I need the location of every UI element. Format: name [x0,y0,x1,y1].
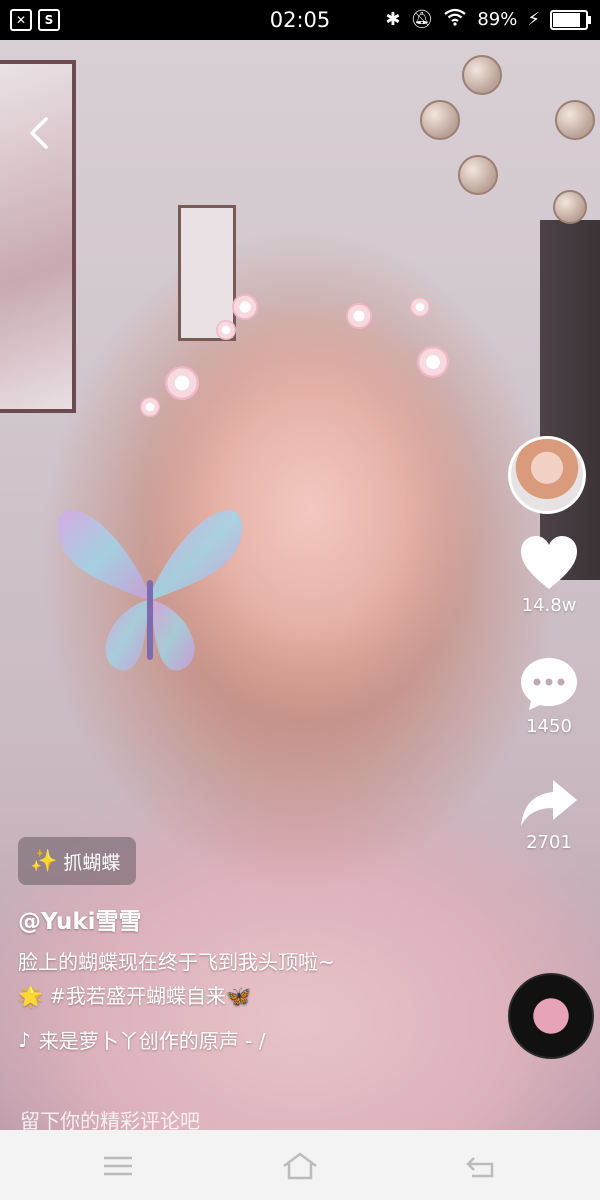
like-count: 14.8w [521,595,577,616]
doorway [540,220,600,580]
effect-sticker-label: 抓蝴蝶 [63,851,121,874]
charging-icon: ⚡︎ [527,9,540,30]
video-player[interactable]: 14.8w 1450 2701 ✨ 抓蝴蝶 @Yuki雪雪 脸上的蝴蝶现在终于飞… [0,40,600,1130]
flower-sticker [232,294,258,320]
flower-sticker [417,346,449,378]
share-count: 2701 [526,832,572,853]
flower-sticker [140,397,160,417]
music-info[interactable]: ♪ 来是萝卜丫创作的原声 - / [18,1025,358,1054]
share-icon [521,780,577,826]
caption-line: 脸上的蝴蝶现在终于飞到我头顶啦~ [18,950,335,974]
sparkle-icon: ✨ [30,848,58,874]
lamp-bulb [462,55,502,95]
creator-username[interactable]: @Yuki雪雪 [18,902,142,936]
butterfly-sticker [57,510,243,671]
comment-count: 1450 [526,716,572,737]
flower-sticker [346,303,372,329]
back-nav-icon[interactable] [462,1150,502,1182]
share-button[interactable]: 2701 [509,778,589,853]
battery-percent: 89% [477,9,518,30]
bluetooth-icon: ✱ [385,9,401,30]
music-disc[interactable] [508,973,594,1059]
system-nav-bar [0,1130,600,1200]
caption-hashtag-line[interactable]: 🌟 #我若盛开蝴蝶自来🦋 [18,979,488,1013]
lamp-bulb [458,155,498,195]
battery-fill [553,12,580,27]
mute-icon: 🔕︎ [410,9,434,30]
wall-painting [0,60,76,413]
lamp-bulb [555,100,595,140]
video-caption: 脸上的蝴蝶现在终于飞到我头顶啦~ 🌟 #我若盛开蝴蝶自来🦋 [18,945,488,1013]
lamp-bulb [420,100,460,140]
comment-button[interactable]: 1450 [509,656,589,737]
lamp-bulb [553,190,587,224]
flower-sticker [165,366,199,400]
heart-icon [521,536,577,589]
comment-icon [521,658,577,710]
music-title: 来是萝卜丫创作的原声 - / [38,1029,266,1053]
home-icon[interactable] [280,1150,320,1182]
back-arrow-icon[interactable] [22,115,58,151]
like-button[interactable]: 14.8w [509,535,589,616]
music-note-icon: ♪ [18,1027,31,1052]
status-bar: ✕ S 02:05 ✱ 🔕︎ 89% ⚡︎ [0,0,600,40]
flower-sticker [410,297,430,317]
creator-avatar[interactable] [508,436,586,514]
flower-sticker [216,320,236,340]
battery-icon [550,9,591,30]
comment-input[interactable] [18,1108,502,1130]
menu-icon[interactable] [98,1150,138,1182]
wifi-icon [443,8,467,31]
effect-sticker-tag[interactable]: ✨ 抓蝴蝶 [18,837,137,885]
status-right: ✱ 🔕︎ 89% ⚡︎ [385,8,591,31]
